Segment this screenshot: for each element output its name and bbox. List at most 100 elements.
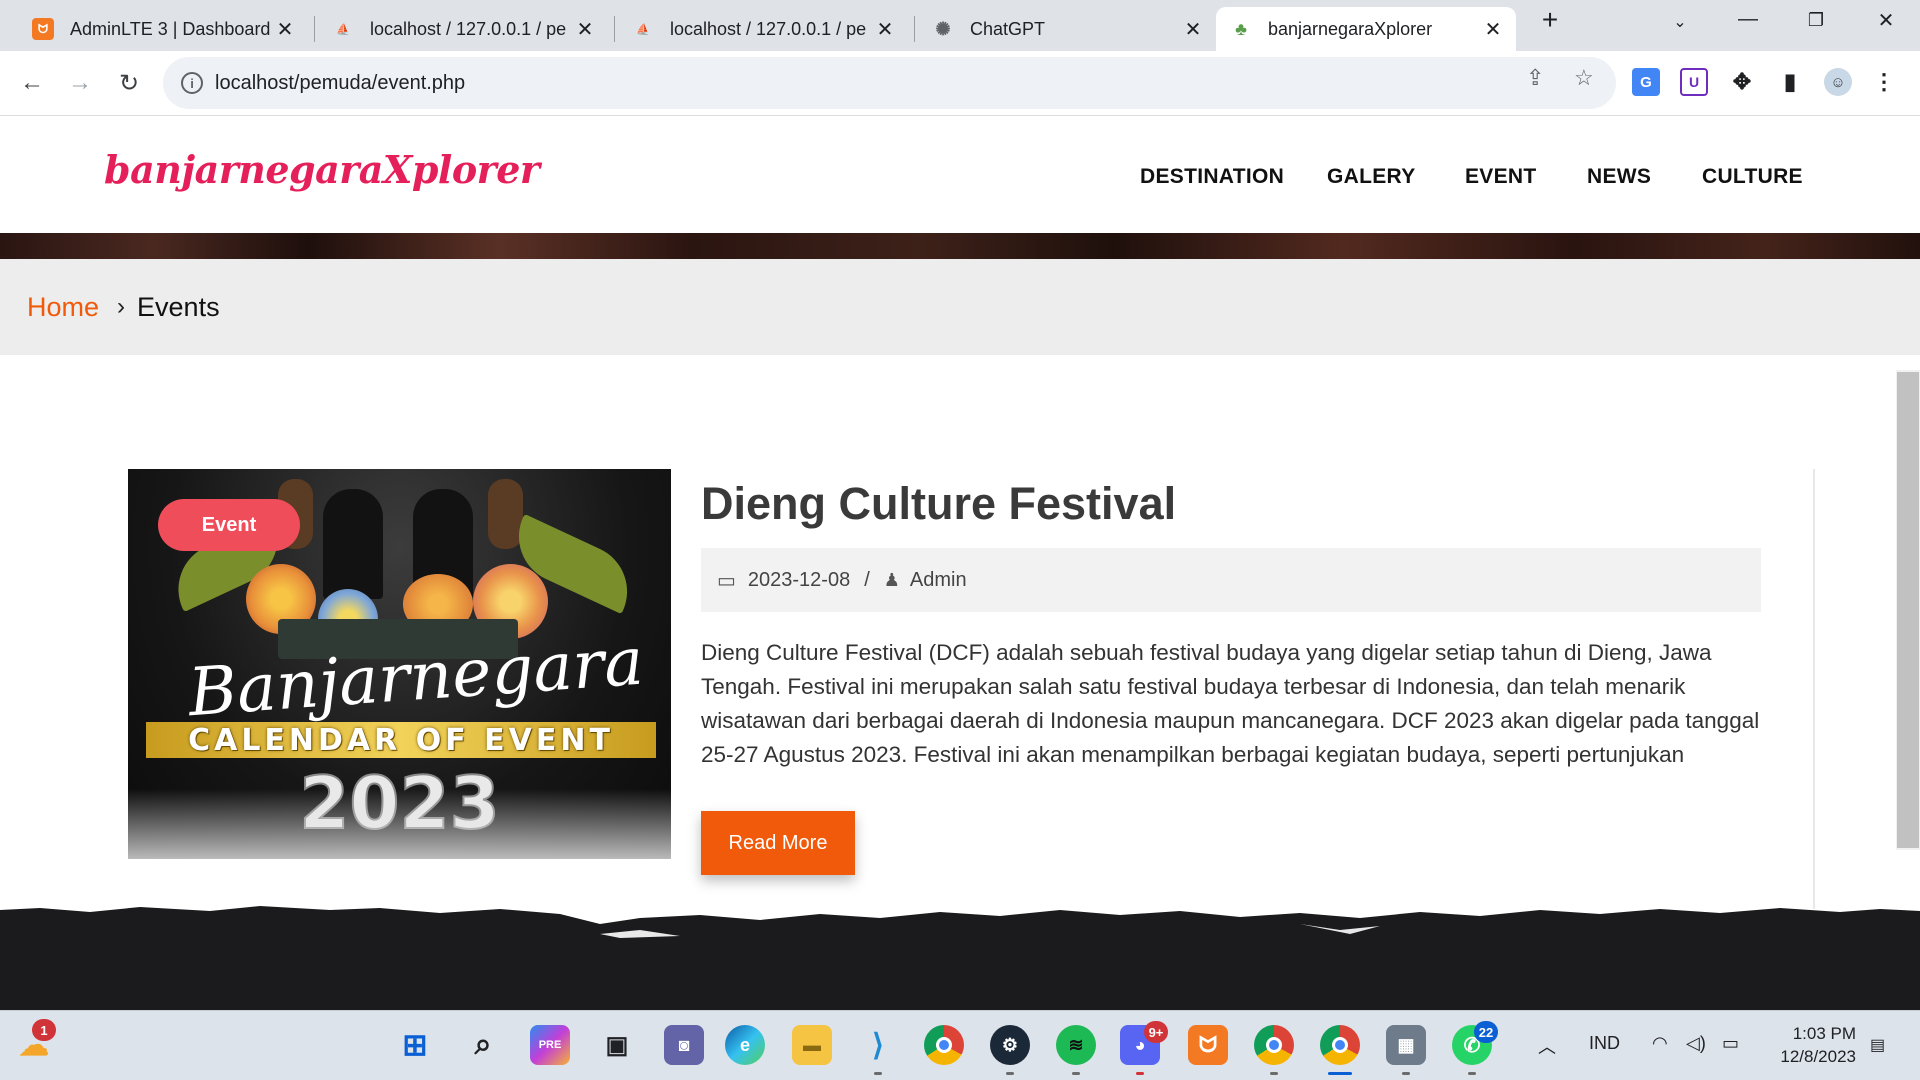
- event-title[interactable]: Dieng Culture Festival: [701, 478, 1176, 530]
- close-icon[interactable]: ✕: [1182, 17, 1204, 42]
- profile-avatar[interactable]: ☺: [1824, 68, 1852, 96]
- browser-toolbar: ← → ↻ i localhost/pemuda/event.php ⇪ ☆ G…: [0, 51, 1920, 116]
- kebab-menu-icon[interactable]: ⋮: [1870, 68, 1898, 96]
- card-divider: [1813, 469, 1815, 909]
- close-icon[interactable]: ✕: [874, 17, 896, 42]
- running-indicator: [1136, 1072, 1144, 1075]
- spotify-icon[interactable]: ≋: [1056, 1025, 1096, 1065]
- back-arrow-icon[interactable]: ←: [14, 65, 50, 101]
- running-indicator: [874, 1072, 882, 1075]
- nav-news[interactable]: NEWS: [1587, 165, 1651, 189]
- running-indicator: [1072, 1072, 1080, 1075]
- event-meta-bar: ▭ 2023-12-08 / ♟ Admin: [701, 548, 1761, 612]
- extension-u-icon[interactable]: U: [1680, 68, 1708, 96]
- volume-icon[interactable]: ◁): [1686, 1033, 1706, 1054]
- clock-date: 12/8/2023: [1780, 1047, 1856, 1066]
- figure-silhouette: [323, 489, 383, 599]
- discord-badge: 9+: [1144, 1021, 1168, 1043]
- close-icon[interactable]: ✕: [1482, 17, 1504, 42]
- task-view-icon[interactable]: ▣: [597, 1025, 637, 1065]
- scrollbar-thumb[interactable]: [1897, 372, 1919, 848]
- site-logo[interactable]: banjarnegaraXplorer: [104, 147, 540, 192]
- tab-title: ChatGPT: [970, 18, 1046, 39]
- windows-start-icon[interactable]: ⊞: [395, 1025, 435, 1065]
- google-translate-icon[interactable]: G: [1632, 68, 1660, 96]
- nav-destination[interactable]: DESTINATION: [1140, 165, 1284, 189]
- edge-icon[interactable]: e: [725, 1025, 765, 1065]
- breadcrumb: Home › Events: [0, 259, 1920, 355]
- language-indicator[interactable]: IND: [1589, 1033, 1620, 1054]
- tab-title: localhost / 127.0.0.1 / pe: [370, 18, 567, 39]
- meta-separator: /: [864, 568, 870, 591]
- nav-culture[interactable]: CULTURE: [1702, 165, 1803, 189]
- bookmark-star-icon[interactable]: ☆: [1574, 65, 1594, 91]
- breadcrumb-home-link[interactable]: Home: [27, 292, 99, 323]
- url-text[interactable]: localhost/pemuda/event.php: [215, 72, 465, 95]
- tab-adminlte[interactable]: ᗢ AdminLTE 3 | Dashboard ✕: [18, 7, 308, 51]
- tab-phpmyadmin-1[interactable]: ⛵ localhost / 127.0.0.1 / pe ✕: [318, 7, 608, 51]
- tab-separator: [914, 16, 915, 42]
- teams-chat-icon[interactable]: ◙: [664, 1025, 704, 1065]
- running-indicator: [1402, 1072, 1410, 1075]
- restore-button[interactable]: ❐: [1796, 10, 1836, 31]
- user-icon: ♟: [883, 569, 900, 590]
- tab-separator: [314, 16, 315, 42]
- address-bar[interactable]: i localhost/pemuda/event.php: [163, 57, 1616, 109]
- phpmyadmin-icon: ⛵: [636, 23, 650, 36]
- read-more-button[interactable]: Read More: [701, 811, 855, 875]
- search-icon[interactable]: ⌕: [463, 1025, 503, 1065]
- close-window-button[interactable]: ✕: [1866, 8, 1906, 33]
- wifi-icon[interactable]: ◠: [1652, 1033, 1668, 1054]
- phpmyadmin-icon: ⛵: [336, 23, 350, 36]
- chatgpt-icon: ✺: [935, 18, 951, 39]
- nav-galery[interactable]: GALERY: [1327, 165, 1416, 189]
- file-explorer-icon[interactable]: ▬: [792, 1025, 832, 1065]
- chevron-up-icon[interactable]: ︿: [1538, 1033, 1556, 1059]
- notification-icon[interactable]: ▤: [1870, 1035, 1885, 1055]
- tab-title: AdminLTE 3 | Dashboard: [70, 18, 271, 39]
- xampp-icon[interactable]: ᗢ: [1188, 1025, 1228, 1065]
- breadcrumb-separator: ›: [117, 293, 126, 320]
- clock-time: 1:03 PM: [1792, 1024, 1856, 1043]
- tab-phpmyadmin-2[interactable]: ⛵ localhost / 127.0.0.1 / pe ✕: [618, 7, 908, 51]
- close-icon[interactable]: ✕: [574, 17, 596, 42]
- chrome-active-icon[interactable]: [1320, 1025, 1360, 1065]
- vscode-icon[interactable]: ⟩: [858, 1025, 898, 1065]
- system-clock[interactable]: 1:03 PM 12/8/2023: [1764, 1022, 1856, 1068]
- close-icon[interactable]: ✕: [274, 17, 296, 42]
- chrome-icon[interactable]: [924, 1025, 964, 1065]
- extensions-puzzle-icon[interactable]: ✥: [1728, 68, 1756, 96]
- side-panel-icon[interactable]: ▮: [1776, 68, 1804, 96]
- tab-title: localhost / 127.0.0.1 / pe: [670, 18, 867, 39]
- running-indicator: [1006, 1072, 1014, 1075]
- battery-icon[interactable]: ▭: [1722, 1033, 1739, 1054]
- windows-taskbar: ☁ 1 ⊞ ⌕ PRE ▣ ◙ e ▬ ⟩ ⚙ ≋ ◕ 9+ ᗢ ▦ ✆ 22 …: [0, 1010, 1920, 1080]
- active-indicator: [1328, 1072, 1352, 1075]
- image-fade: [128, 789, 671, 859]
- steam-icon[interactable]: ⚙: [990, 1025, 1030, 1065]
- minimize-button[interactable]: —: [1728, 8, 1768, 31]
- breadcrumb-current: Events: [137, 291, 220, 322]
- tab-chatgpt[interactable]: ✺ ChatGPT ✕: [918, 7, 1216, 51]
- site-info-icon[interactable]: i: [181, 72, 203, 94]
- browser-tab-strip: ᗢ AdminLTE 3 | Dashboard ✕ ⛵ localhost /…: [0, 0, 1920, 51]
- running-indicator: [1468, 1072, 1476, 1075]
- event-description: Dieng Culture Festival (DCF) adalah sebu…: [701, 640, 1760, 767]
- reload-icon[interactable]: ↻: [111, 65, 147, 101]
- copilot-icon[interactable]: PRE: [530, 1025, 570, 1065]
- event-author: Admin: [909, 568, 967, 591]
- calculator-icon[interactable]: ▦: [1386, 1025, 1426, 1065]
- event-date: 2023-12-08: [747, 568, 851, 591]
- tab-banjarnegaraxplorer[interactable]: ♣ banjarnegaraXplorer ✕: [1216, 7, 1516, 51]
- site-header: banjarnegaraXplorer DESTINATION GALERY E…: [0, 117, 1920, 233]
- tab-search-chevron-icon[interactable]: ⌄: [1660, 12, 1700, 32]
- event-category-badge[interactable]: Event: [158, 499, 300, 551]
- weather-badge: 1: [32, 1019, 56, 1041]
- chrome-profile-icon[interactable]: [1254, 1025, 1294, 1065]
- forward-arrow-icon[interactable]: →: [62, 65, 98, 101]
- share-icon[interactable]: ⇪: [1526, 65, 1544, 91]
- new-tab-button[interactable]: +: [1530, 4, 1570, 36]
- running-indicator: [1270, 1072, 1278, 1075]
- tab-title: banjarnegaraXplorer: [1268, 18, 1433, 39]
- nav-event[interactable]: EVENT: [1465, 165, 1537, 189]
